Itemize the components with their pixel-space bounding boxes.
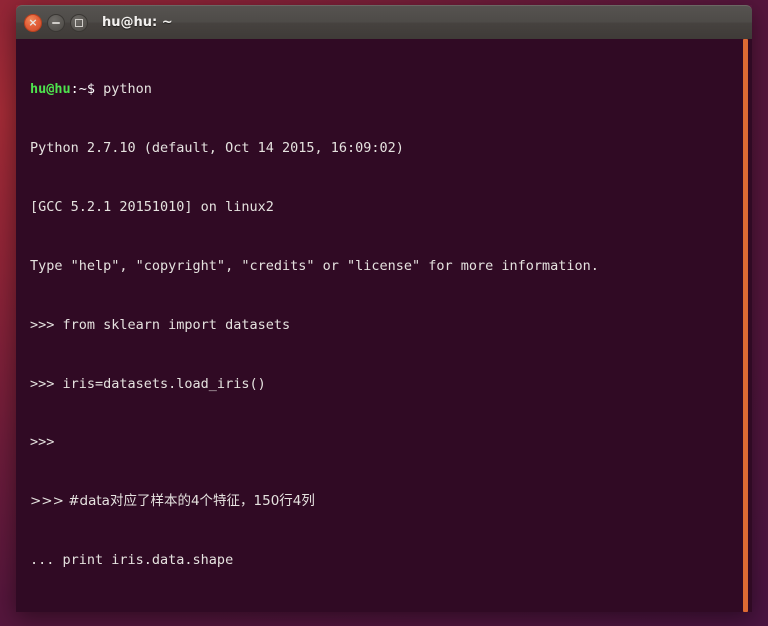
output-line: (150, 4) <box>30 610 752 612</box>
window-title: hu@hu: ~ <box>102 15 173 30</box>
scrollbar-thumb[interactable] <box>743 39 748 612</box>
maximize-button[interactable] <box>70 13 88 32</box>
output-line: >>> #data对应了样本的4个特征，150行4列 <box>30 493 315 510</box>
banner-line-0: Python 2.7.10 (default, Oct 14 2015, 16:… <box>30 140 404 157</box>
window-titlebar[interactable]: hu@hu: ~ <box>16 5 752 39</box>
terminal-body[interactable]: hu@hu:~$ python Python 2.7.10 (default, … <box>16 39 752 612</box>
banner-line-1: [GCC 5.2.1 20151010] on linux2 <box>30 198 274 215</box>
banner-line-2: Type "help", "copyright", "credits" or "… <box>30 257 599 274</box>
prompt-user-host: hu@hu <box>30 81 71 98</box>
close-button[interactable] <box>24 13 42 32</box>
output-line: >>> from sklearn import datasets <box>30 316 291 333</box>
close-icon <box>28 17 37 28</box>
prompt-sigil: :~$ <box>70 81 96 98</box>
minimize-button[interactable] <box>47 13 65 32</box>
maximize-icon <box>75 18 83 27</box>
vertical-scrollbar[interactable] <box>741 39 752 612</box>
terminal-output: hu@hu:~$ python Python 2.7.10 (default, … <box>30 41 752 612</box>
minimize-icon <box>52 21 60 24</box>
shell-command: python <box>95 81 152 98</box>
shell-prompt-line: hu@hu:~$ python <box>30 80 752 100</box>
terminal-window: hu@hu: ~ hu@hu:~$ python Python 2.7.10 (… <box>16 5 752 612</box>
window-controls <box>24 13 88 32</box>
output-line: ... print iris.data.shape <box>30 552 234 569</box>
output-line: >>> <box>30 434 55 451</box>
output-line: >>> iris=datasets.load_iris() <box>30 375 266 392</box>
